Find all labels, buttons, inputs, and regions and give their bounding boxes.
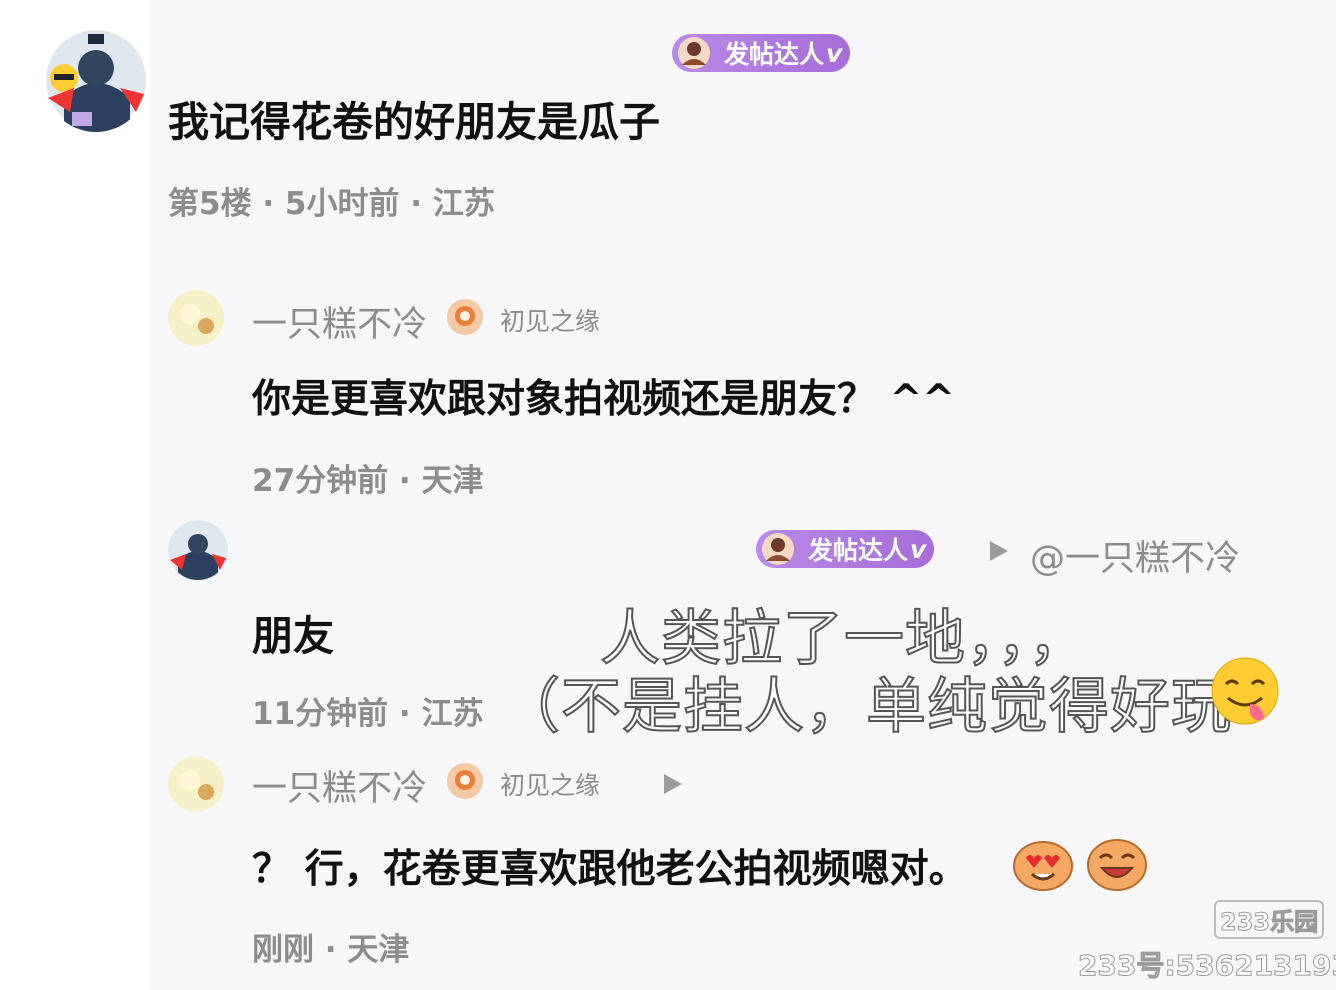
play-arrow-icon [990,541,1008,561]
comment-content: 你是更喜欢跟对象拍视频还是朋友？ ^^ [252,377,955,422]
avatar[interactable] [168,290,224,346]
emoji-yum-icon [1210,656,1280,726]
medal-icon [446,298,484,336]
badge-level: v [910,534,927,564]
watermark-logo: 233乐园 [1214,900,1325,939]
emoji-laugh-icon [1086,834,1148,892]
avatar[interactable] [168,756,224,812]
overlay-caption-line2: （不是挂人，单纯觉得好玩 [499,671,1232,743]
medal-icon [446,762,484,800]
avatar[interactable] [168,520,228,580]
reply-target[interactable]: @一只糕不冷 [1030,530,1240,581]
comment-meta: 刚刚 · 天津 [252,932,410,968]
username[interactable]: 一只糕不冷 [252,296,427,347]
medal-label: 初见之缘 [500,771,601,800]
comment-meta: 第5楼 · 5小时前 · 江苏 [168,186,495,222]
username[interactable]: 一只糕不冷 [252,760,427,811]
emoji-heart-eyes-icon [1012,836,1074,892]
post-master-badge: 发帖达人 v [672,34,850,72]
avatar[interactable] [44,28,148,132]
badge-level: v [826,38,843,68]
medal-label: 初见之缘 [500,307,601,336]
comment-content: 我记得花卷的好朋友是瓜子 [168,98,660,146]
comment-meta: 27分钟前 · 天津 [252,463,484,499]
badge-avatar-icon [758,531,798,567]
badge-avatar-icon [674,35,714,71]
badge-label: 发帖达人 [724,40,825,69]
play-arrow-icon [664,774,682,794]
post-master-badge: 发帖达人 v [756,530,934,568]
comment-content: 朋友 [252,612,334,660]
badge-label: 发帖达人 [808,536,909,565]
comment-content: ？ 行，花卷更喜欢跟他老公拍视频嗯对。 [252,847,968,892]
comment-meta: 11分钟前 · 江苏 [252,696,484,732]
watermark-id: 233号:536213193 [1078,949,1336,983]
